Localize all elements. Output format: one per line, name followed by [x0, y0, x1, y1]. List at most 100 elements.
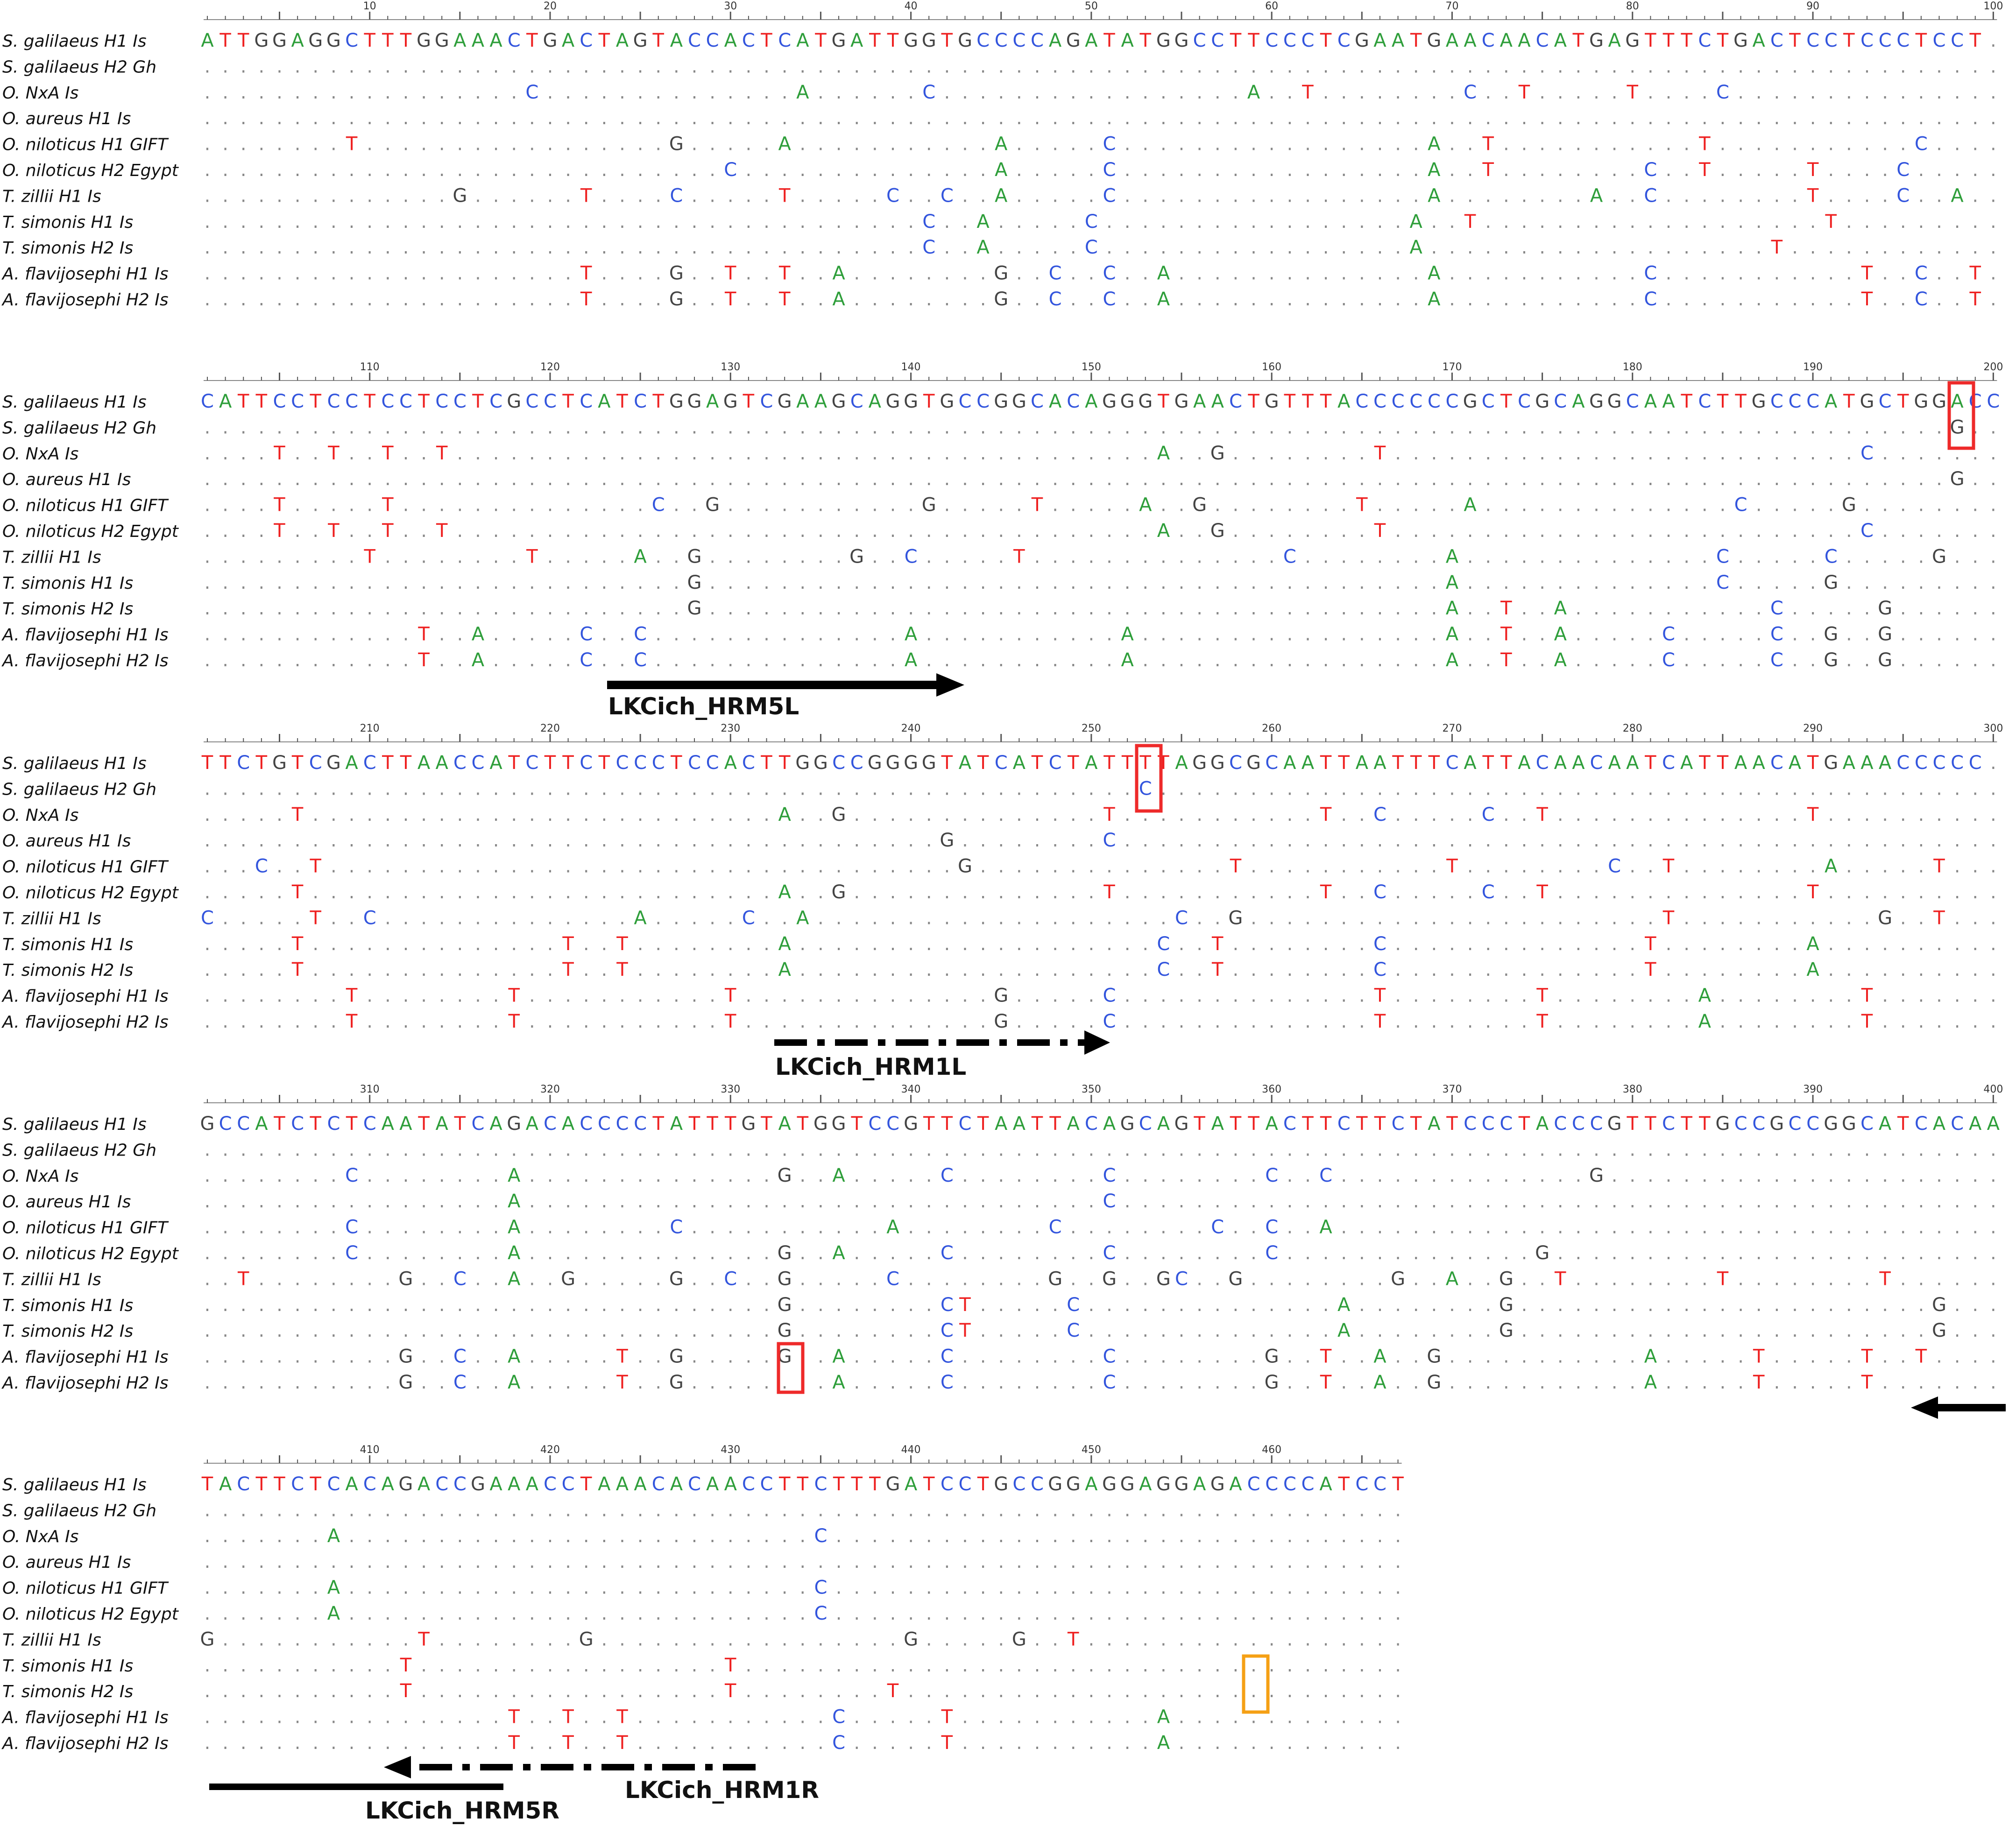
- nucleotide: G: [1950, 468, 1965, 490]
- alignment-dot: .: [1467, 520, 1473, 542]
- nucleotide: A: [598, 1473, 611, 1495]
- alignment-dot: .: [1666, 1294, 1672, 1316]
- nucleotide: C: [1373, 959, 1386, 980]
- nucleotide: A: [219, 1473, 232, 1495]
- alignment-dot: .: [403, 959, 409, 980]
- alignment-dot: .: [295, 56, 301, 77]
- alignment-dot: .: [1215, 1191, 1221, 1212]
- alignment-dot: .: [1305, 159, 1311, 181]
- nucleotide: C: [1103, 1191, 1116, 1212]
- alignment-dot: .: [1521, 933, 1528, 955]
- alignment-dot: .: [1936, 1139, 1942, 1160]
- alignment-dot: .: [1305, 907, 1311, 929]
- alignment-dot: .: [1395, 778, 1401, 799]
- nucleotide: T: [382, 494, 394, 516]
- alignment-dot: .: [241, 1011, 247, 1032]
- alignment-dot: .: [403, 468, 409, 490]
- alignment-dot: .: [583, 907, 589, 929]
- alignment-dot: .: [403, 520, 409, 542]
- alignment-dot: .: [1196, 1191, 1203, 1212]
- alignment-dot: .: [583, 416, 589, 438]
- alignment-dot: .: [1106, 1217, 1112, 1238]
- alignment-dot: .: [1918, 985, 1924, 1007]
- alignment-dot: .: [331, 468, 337, 490]
- alignment-dot: .: [367, 1372, 373, 1393]
- alignment-dot: .: [962, 933, 968, 955]
- alignment-dot: .: [1106, 959, 1112, 980]
- alignment-dot: .: [1936, 1268, 1942, 1290]
- alignment-dot: .: [349, 907, 355, 929]
- alignment-dot: .: [1720, 1242, 1726, 1264]
- alignment-dot: .: [1684, 520, 1690, 542]
- alignment-dot: .: [1557, 211, 1563, 233]
- alignment-dot: .: [1648, 572, 1654, 593]
- nucleotide: T: [1031, 752, 1043, 774]
- nucleotide: G: [1228, 907, 1243, 929]
- alignment-dot: .: [529, 1372, 535, 1393]
- alignment-dot: .: [1413, 82, 1419, 103]
- alignment-dot: .: [439, 107, 445, 129]
- nucleotide: C: [706, 752, 719, 774]
- alignment-dot: .: [295, 289, 301, 310]
- alignment-dot: .: [1900, 289, 1906, 310]
- alignment-dot: .: [1196, 185, 1203, 206]
- alignment-dot: .: [1954, 289, 1960, 310]
- alignment-dot: .: [818, 546, 824, 567]
- alignment-dot: .: [619, 416, 625, 438]
- alignment-dot: .: [1305, 289, 1311, 310]
- alignment-dot: .: [1215, 494, 1221, 516]
- alignment-dot: .: [1810, 82, 1816, 103]
- alignment-dot: .: [1070, 468, 1076, 490]
- alignment-dot: .: [1900, 1217, 1906, 1238]
- alignment-dot: .: [1413, 443, 1419, 464]
- nucleotide: C: [1103, 1011, 1116, 1032]
- alignment-dot: .: [421, 572, 427, 593]
- nucleotide: A: [995, 1113, 1008, 1135]
- alignment-dot: .: [980, 56, 986, 77]
- alignment-dot: .: [1052, 1242, 1058, 1264]
- alignment-dot: .: [1629, 1294, 1635, 1316]
- alignment-dot: .: [1196, 1217, 1203, 1238]
- alignment-dot: .: [818, 263, 824, 284]
- alignment-dot: .: [1738, 598, 1744, 619]
- nucleotide: T: [237, 30, 249, 51]
- alignment-dot: .: [746, 985, 752, 1007]
- alignment-dot: .: [421, 520, 427, 542]
- alignment-dot: .: [349, 546, 355, 567]
- alignment-dot: .: [637, 881, 644, 903]
- alignment-dot: .: [1882, 237, 1888, 258]
- species-label: S. galilaeus H2 Gh: [2, 57, 156, 77]
- alignment-dot: .: [1142, 572, 1148, 593]
- alignment-dot: .: [1918, 830, 1924, 851]
- alignment-dot: .: [493, 1242, 499, 1264]
- alignment-dot: .: [1557, 804, 1563, 825]
- alignment-dot: .: [1882, 804, 1888, 825]
- alignment-dot: .: [1864, 778, 1870, 799]
- nucleotide: A: [995, 185, 1008, 206]
- alignment-dot: .: [1179, 494, 1185, 516]
- alignment-dot: .: [709, 649, 715, 671]
- alignment-dot: .: [1684, 1268, 1690, 1290]
- alignment-dot: .: [1576, 572, 1582, 593]
- alignment-dot: .: [1972, 1294, 1978, 1316]
- alignment-dot: .: [872, 1372, 878, 1393]
- alignment-dot: .: [312, 159, 318, 181]
- alignment-block: 410 420 430 440 450 460S. galilaeus H1 Is T A C T…: [1, 1444, 1404, 1754]
- alignment-dot: .: [1395, 830, 1401, 851]
- alignment-dot: .: [1323, 1320, 1329, 1341]
- alignment-dot: .: [276, 933, 283, 955]
- nucleotide: G: [849, 546, 864, 567]
- alignment-dot: .: [1070, 624, 1076, 645]
- alignment-dot: .: [1864, 416, 1870, 438]
- alignment-dot: .: [1972, 134, 1978, 155]
- nucleotide: T: [310, 1113, 322, 1135]
- alignment-dot: .: [1251, 1217, 1257, 1238]
- alignment-dot: .: [601, 289, 608, 310]
- nucleotide: C: [1915, 134, 1928, 155]
- alignment-dot: .: [1125, 856, 1131, 877]
- alignment-dot: .: [1972, 804, 1978, 825]
- alignment-dot: .: [962, 416, 968, 438]
- alignment-dot: .: [1774, 1346, 1780, 1368]
- nucleotide: A: [472, 624, 485, 645]
- alignment-dot: .: [312, 1139, 318, 1160]
